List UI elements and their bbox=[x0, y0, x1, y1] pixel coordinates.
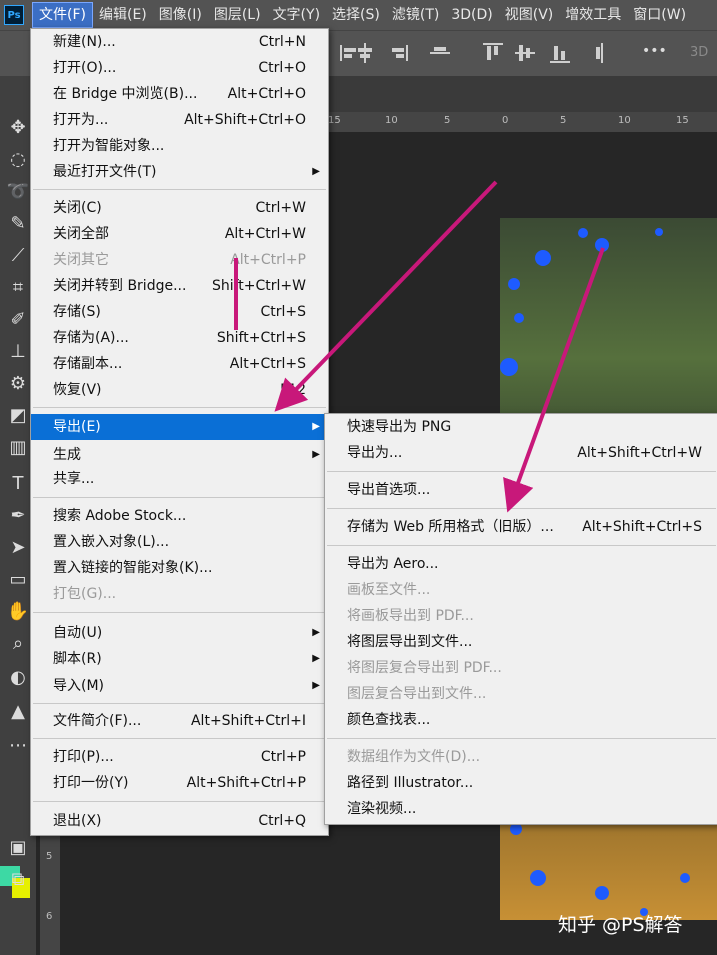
annotation-arrows bbox=[234, 180, 605, 513]
arrow-to-export bbox=[274, 180, 498, 412]
arrow-to-save-for-web bbox=[503, 247, 605, 513]
